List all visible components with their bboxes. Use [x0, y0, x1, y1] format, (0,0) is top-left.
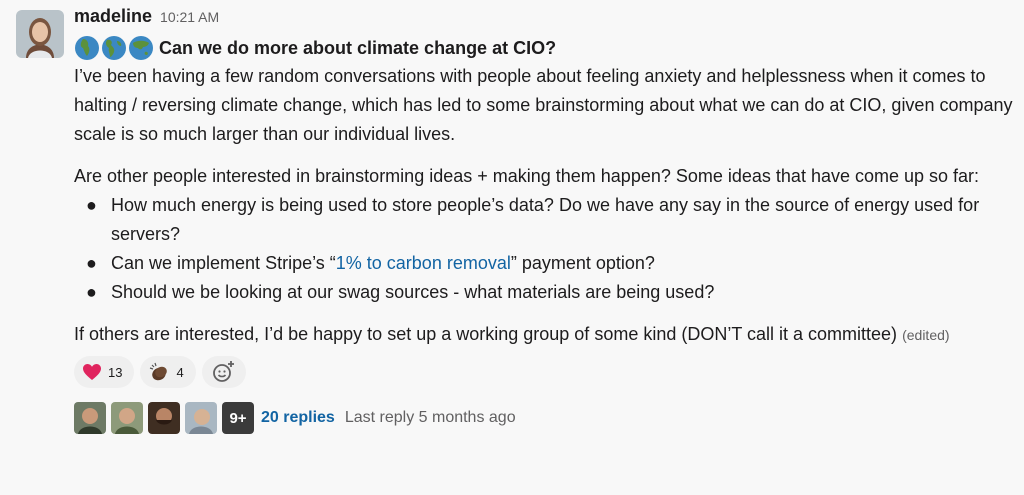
carbon-removal-link[interactable]: 1% to carbon removal [336, 253, 511, 273]
message-title: Can we do more about climate change at C… [159, 37, 557, 58]
paragraph-2: Are other people interested in brainstor… [74, 166, 980, 186]
list-item: ● Should we be looking at our swag sourc… [74, 278, 1014, 307]
add-reaction-button[interactable] [201, 356, 246, 388]
list-item-text: ” payment option? [510, 253, 655, 273]
heart-icon [83, 364, 101, 380]
list-item-text: Can we implement Stripe’s “ [111, 253, 336, 273]
edited-label: (edited) [902, 327, 950, 343]
avatar[interactable] [16, 10, 64, 58]
list-item: ● How much energy is being used to store… [74, 191, 1014, 249]
globe-asia-icon [129, 36, 153, 60]
reaction-count: 4 [176, 364, 184, 380]
reply-count-link[interactable]: 20 replies [261, 409, 335, 427]
list-item-text: How much energy is being used to store p… [111, 195, 980, 244]
reaction-heart[interactable]: 13 [74, 356, 135, 388]
paragraph-3-text: If others are interested, I’d be happy t… [74, 324, 898, 344]
globe-americas-icon [102, 36, 126, 60]
globe-africa-icon [75, 36, 99, 60]
thread-summary[interactable]: 9+ 20 replies Last reply 5 months ago [74, 402, 1014, 434]
reply-avatar [148, 402, 180, 434]
bullet-icon: ● [86, 282, 97, 302]
bullet-icon: ● [86, 195, 97, 215]
paragraph-1: I’ve been having a few random conversati… [74, 66, 1013, 144]
message: madeline 10:21 AM Can we do more about c… [74, 6, 1014, 434]
reply-avatar [111, 402, 143, 434]
timestamp[interactable]: 10:21 AM [160, 9, 219, 25]
reaction-clap[interactable]: 4 [140, 356, 196, 388]
last-reply-label: Last reply 5 months ago [344, 409, 516, 426]
list-item-text: Should we be looking at our swag sources… [111, 282, 715, 302]
add-emoji-icon [212, 361, 234, 382]
reply-avatar [185, 402, 217, 434]
more-repliers-badge: 9+ [222, 402, 254, 434]
reply-avatar [74, 402, 106, 434]
ideas-list: ● How much energy is being used to store… [74, 191, 1014, 307]
bullet-icon: ● [86, 253, 97, 273]
username[interactable]: madeline [74, 6, 152, 27]
reactions: 13 4 [74, 356, 1014, 388]
reaction-count: 13 [108, 364, 123, 380]
clapping-hands-icon [150, 362, 168, 381]
paragraph-3: If others are interested, I’d be happy t… [74, 320, 1014, 350]
list-item: ● Can we implement Stripe’s “1% to carbo… [74, 249, 1014, 278]
